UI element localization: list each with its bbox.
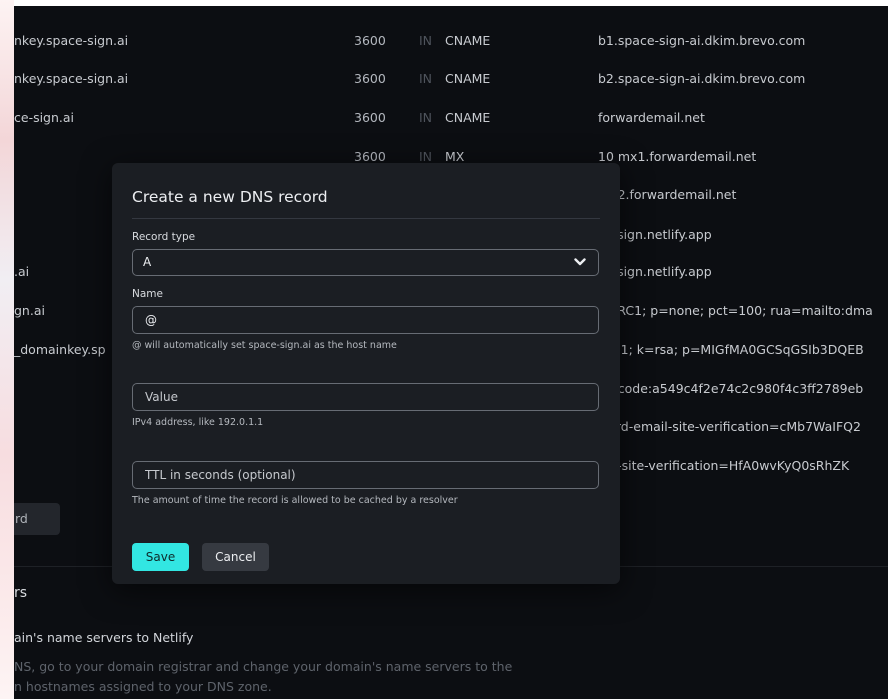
cancel-button[interactable]: Cancel [202,543,269,571]
modal-overlay: Create a new DNS record Record type A Na… [14,6,888,699]
chevron-down-icon [574,258,586,266]
record-type-selected-value: A [143,255,152,269]
dialog-title: Create a new DNS record [132,188,328,206]
name-input[interactable] [132,306,599,334]
ttl-input[interactable] [132,461,599,489]
create-dns-record-dialog: Create a new DNS record Record type A Na… [112,163,620,584]
value-hint: IPv4 address, like 192.0.1.1 [132,417,264,428]
page-background-left [0,0,14,699]
dialog-divider [132,218,600,219]
save-button[interactable]: Save [132,543,189,571]
ttl-hint: The amount of time the record is allowed… [132,495,458,506]
record-type-label: Record type [132,231,196,243]
name-hint: @ will automatically set space-sign.ai a… [132,340,397,351]
record-type-select[interactable]: A [132,249,599,276]
value-input[interactable] [132,383,599,411]
name-label: Name [132,288,163,300]
